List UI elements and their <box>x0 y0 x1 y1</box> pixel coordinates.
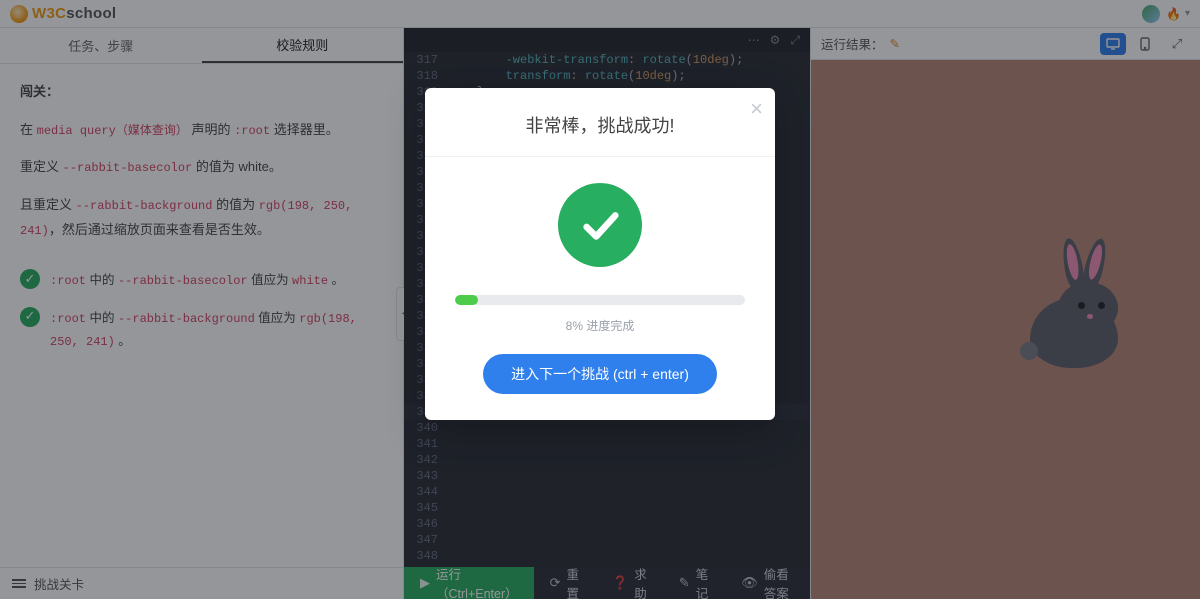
progress-fill <box>455 295 478 305</box>
progress-bar <box>455 295 745 305</box>
progress-label: 8% 进度完成 <box>447 317 753 334</box>
modal-overlay[interactable]: × 非常棒，挑战成功! 8% 进度完成 进入下一个挑战 (ctrl + ente… <box>0 0 1200 599</box>
success-check-icon <box>558 183 642 267</box>
close-icon[interactable]: × <box>750 98 763 120</box>
modal-divider <box>425 156 775 157</box>
next-challenge-button[interactable]: 进入下一个挑战 (ctrl + enter) <box>483 354 717 394</box>
success-modal: × 非常棒，挑战成功! 8% 进度完成 进入下一个挑战 (ctrl + ente… <box>425 88 775 420</box>
modal-title: 非常棒，挑战成功! <box>447 112 753 138</box>
